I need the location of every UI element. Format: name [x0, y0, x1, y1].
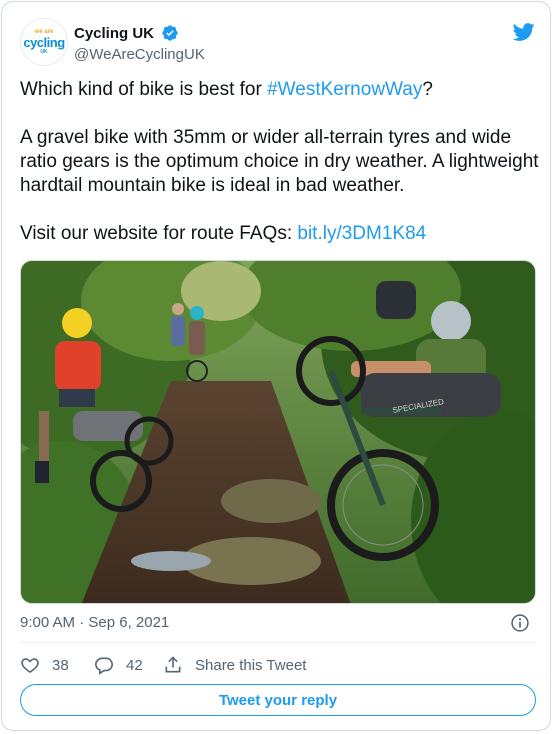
verified-badge-icon [162, 25, 179, 41]
tweet-line3-prefix: Visit our website for route FAQs: [20, 223, 298, 244]
avatar-text-bottom: UK [40, 49, 48, 55]
share-label: Share this Tweet [195, 656, 307, 674]
avatar-text-main: cycling [23, 35, 65, 50]
reply-count: 42 [126, 656, 143, 674]
heart-icon [21, 658, 39, 674]
tweet-text: Which kind of bike is best for #WestKern… [20, 78, 540, 246]
share-action[interactable]: Share this Tweet [163, 654, 306, 676]
reply-action[interactable]: 42 [94, 654, 143, 676]
hashtag-link[interactable]: #WestKernowWay [267, 79, 422, 100]
twitter-bird-icon[interactable] [512, 21, 536, 43]
tweet-card: we are cycling UK Cycling UK @WeAreCycli… [1, 1, 551, 731]
divider [20, 642, 536, 643]
url-link[interactable]: bit.ly/3DM1K84 [297, 223, 426, 244]
info-icon[interactable] [510, 613, 530, 633]
tweet-paragraph-2: A gravel bike with 35mm or wider all-ter… [20, 127, 539, 196]
tweet-photo[interactable]: SPECIALIZED [20, 260, 536, 604]
tweet-header: we are cycling UK Cycling UK @WeAreCycli… [20, 18, 536, 70]
cyclists-mud-trail-photo: SPECIALIZED [21, 261, 535, 603]
tweet-line1-prefix: Which kind of bike is best for [20, 79, 268, 100]
tweet-actions: 38 42 Share this Tweet [20, 654, 536, 676]
like-action[interactable]: 38 [20, 654, 69, 676]
tweet-timestamp[interactable]: 9:00 AM · Sep 6, 2021 [20, 614, 169, 631]
tweet-paragraph-3: Visit our website for route FAQs: bit.ly… [20, 222, 540, 246]
avatar[interactable]: we are cycling UK [20, 18, 68, 66]
share-icon [165, 656, 181, 673]
tweet-paragraph-1: Which kind of bike is best for #WestKern… [20, 78, 540, 102]
tweet-your-reply-button[interactable]: Tweet your reply [20, 684, 536, 716]
author-display-name[interactable]: Cycling UK [74, 25, 154, 42]
author-names: Cycling UK @WeAreCyclingUK [74, 24, 205, 64]
reply-bubble-icon [95, 657, 113, 675]
author-handle[interactable]: @WeAreCyclingUK [74, 46, 205, 63]
tweet-line1-suffix: ? [422, 79, 433, 100]
like-count: 38 [52, 656, 69, 674]
